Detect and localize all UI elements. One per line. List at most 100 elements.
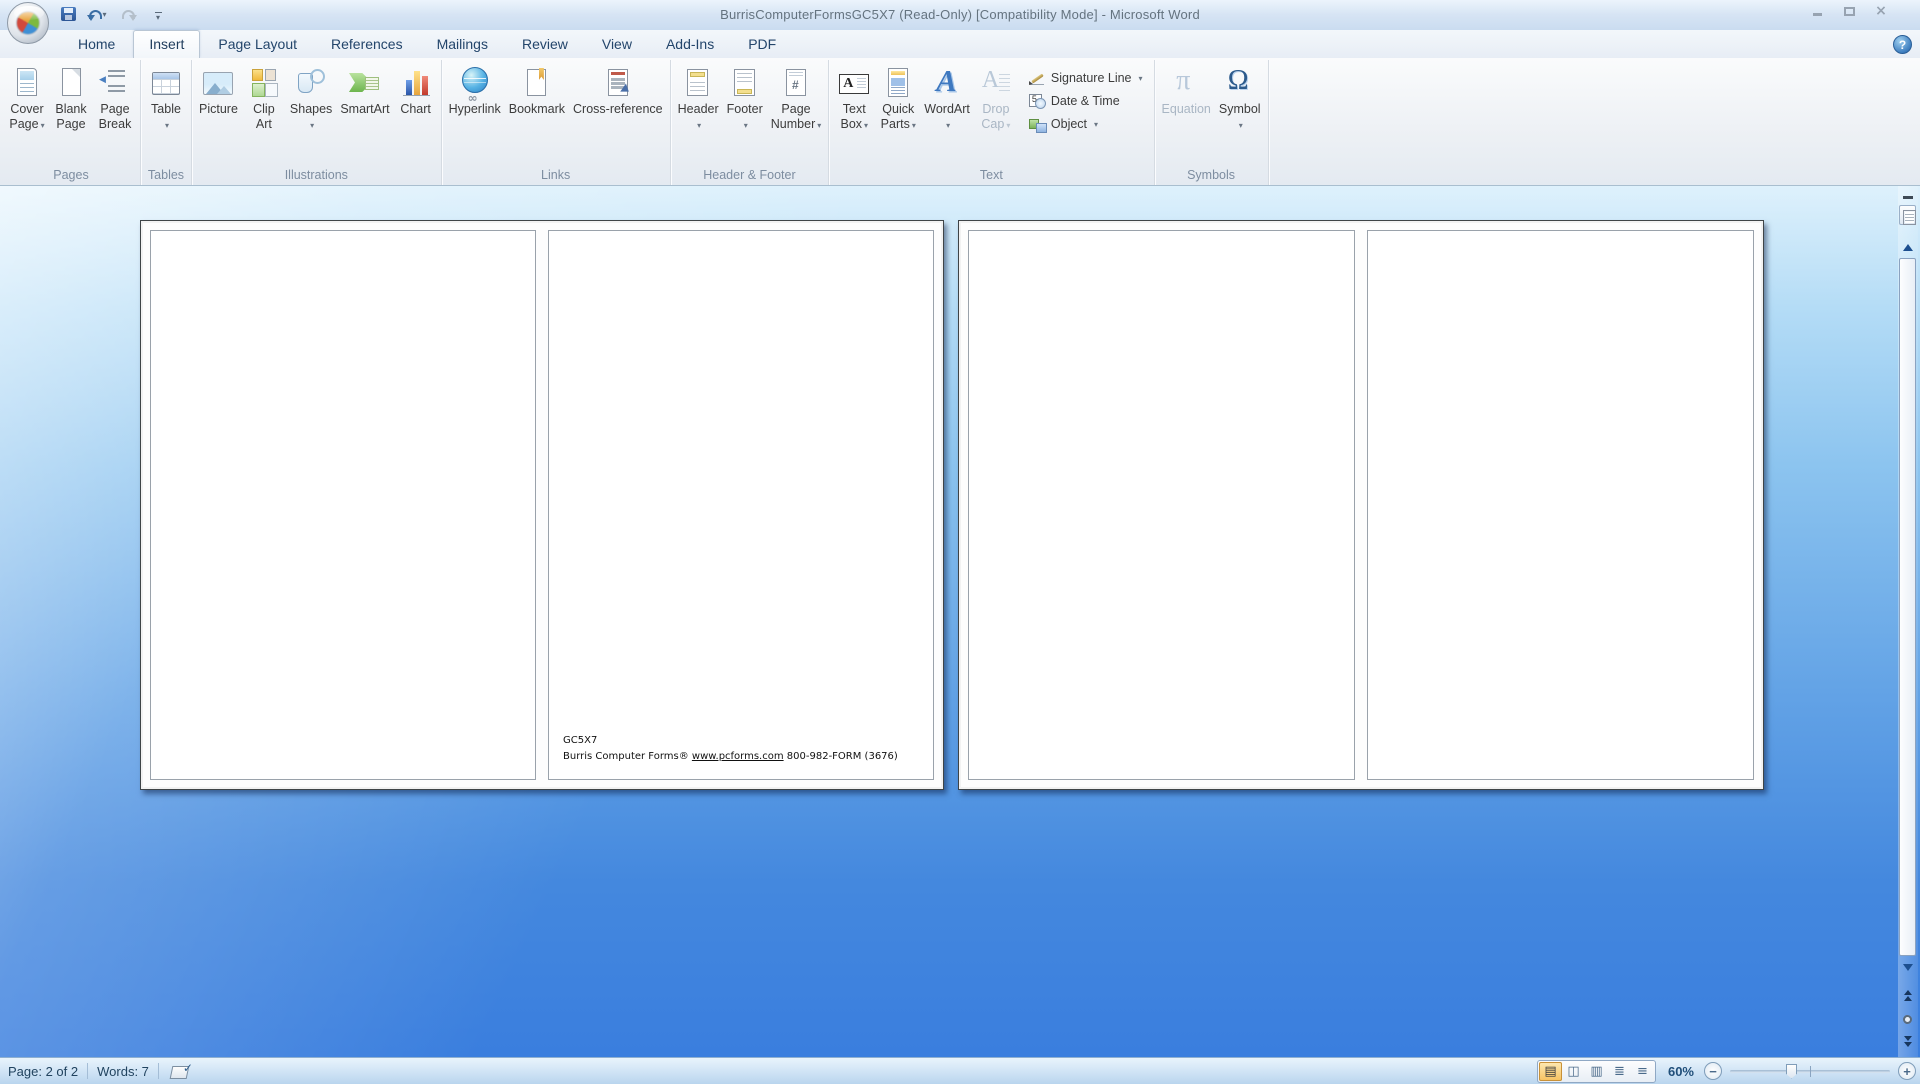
ribbon-button-symbol[interactable]: Symbol▾ — [1215, 62, 1265, 136]
tab-insert[interactable]: Insert — [133, 30, 201, 58]
next-page-button[interactable] — [1899, 1032, 1916, 1050]
restore-button[interactable] — [1840, 4, 1858, 18]
card-code: GC5X7 — [563, 735, 598, 746]
ribbon-button-table[interactable]: Table ▾ — [144, 62, 188, 136]
ribbon-group-text: TextBox▾QuickParts▾WordArt▾DropCap▾Signa… — [829, 60, 1155, 185]
save-button[interactable] — [58, 5, 78, 23]
zoom-out-button[interactable]: − — [1704, 1062, 1722, 1080]
document-page-panel-4[interactable] — [1367, 230, 1754, 780]
ribbon-button-header[interactable]: Header ▾ — [674, 62, 723, 136]
tab-add-ins[interactable]: Add-Ins — [650, 30, 730, 58]
equation-icon — [1168, 65, 1204, 100]
shapes-icon — [293, 66, 329, 100]
ribbon-button-picture[interactable]: Picture — [195, 62, 242, 120]
ribbon-button-hyperlink[interactable]: Hyperlink — [445, 62, 505, 120]
ribbon-button-label: Quick Parts ▾ — [880, 102, 916, 131]
help-button[interactable]: ? — [1893, 35, 1912, 54]
view-button-outline[interactable] — [1608, 1062, 1631, 1081]
ribbon-button-chart[interactable]: Chart — [394, 62, 438, 120]
split-handle[interactable] — [1903, 196, 1913, 199]
view-button-print-layout[interactable] — [1538, 1061, 1562, 1081]
redo-icon — [121, 9, 137, 21]
ribbon: CoverPage▾BlankPagePageBreakPagesTable▾T… — [0, 58, 1920, 186]
ribbon-button-equation: Equation — [1158, 62, 1215, 120]
redo-button — [118, 5, 138, 23]
document-page-panel-3[interactable] — [968, 230, 1355, 780]
previous-page-button[interactable] — [1899, 986, 1916, 1004]
cross-reference-icon — [600, 66, 636, 100]
zoom-level[interactable]: 60% — [1668, 1064, 1694, 1079]
office-button[interactable] — [7, 2, 49, 44]
ribbon-button-wordart[interactable]: WordArt▾ — [920, 62, 974, 136]
wordart-icon — [929, 63, 965, 100]
undo-button[interactable]: ▾ — [87, 5, 108, 23]
ribbon-group-label: Links — [541, 168, 571, 182]
page-indicator[interactable]: Page: 2 of 2 — [8, 1064, 78, 1079]
picture-icon — [200, 66, 236, 100]
previous-page-icon-2 — [1903, 995, 1912, 1001]
ribbon-group-links: HyperlinkBookmark Cross-reference Links — [442, 60, 671, 185]
word-count[interactable]: Words: 7 — [97, 1064, 149, 1079]
customize-qat-button[interactable]: ▾ — [148, 5, 168, 23]
vertical-scrollbar[interactable] — [1898, 186, 1918, 1057]
ribbon-tab-row: Home Insert Page Layout References Mailings R… — [0, 30, 1920, 58]
ribbon-group-tables: Table ▾ Tables — [141, 60, 192, 185]
ribbon-button-label: SmartArt — [340, 102, 390, 116]
tab-home[interactable]: Home — [62, 30, 131, 58]
zoom-slider-thumb[interactable] — [1786, 1063, 1797, 1079]
close-button[interactable]: × — [1872, 3, 1890, 19]
ribbon-button-cover-page[interactable]: Cover Page ▾ — [5, 62, 49, 136]
tab-mailings[interactable]: Mailings — [421, 30, 504, 58]
ribbon-button-label: Bookmark — [508, 102, 566, 116]
tab-page-layout[interactable]: Page Layout — [202, 30, 313, 58]
bookmark-icon — [519, 66, 555, 100]
ribbon-button-blank-page[interactable]: Blank Page — [49, 62, 93, 135]
pcforms-link[interactable]: www.pcforms.com — [692, 751, 784, 762]
ribbon-group-symbols: Equation Symbol▾ Symbols — [1155, 60, 1269, 185]
ribbon-button-cross-reference[interactable]: Cross-reference — [569, 62, 667, 120]
ribbon-button-date-time[interactable]: Date & Time — [1028, 93, 1143, 109]
document-page-panel-1[interactable] — [150, 230, 536, 780]
ribbon-button-signature-line[interactable]: Signature Line ▾ — [1028, 70, 1143, 86]
ribbon-button-text-box[interactable]: TextBox▾ — [832, 62, 876, 136]
word-window: BurrisComputerFormsGC5X7 (Read-Only) [Co… — [0, 0, 1920, 1084]
ribbon-button-shapes[interactable]: Shapes ▾ — [286, 62, 336, 136]
ribbon-small-button-column: Signature Line ▾ Date & Time Object ▾ — [1018, 62, 1151, 133]
ribbon-button-drop-cap: DropCap▾ — [974, 62, 1018, 136]
tab-references[interactable]: References — [315, 30, 419, 58]
ribbon-button-quick-parts[interactable]: Quick Parts ▾ — [876, 62, 920, 136]
ribbon-button-label: Shapes ▾ — [289, 102, 333, 130]
view-button-full-screen-reading[interactable] — [1562, 1062, 1585, 1081]
ribbon-button-footer[interactable]: Footer ▾ — [723, 62, 767, 136]
dropdown-arrow-icon: ▾ — [164, 121, 169, 130]
ribbon-button-clip-art[interactable]: Clip Art — [242, 62, 286, 135]
ribbon-button-bookmark[interactable]: Bookmark — [505, 62, 569, 120]
ribbon-button-label: Table ▾ — [151, 102, 181, 130]
status-divider — [157, 1063, 159, 1079]
zoom-in-button[interactable]: + — [1898, 1062, 1916, 1080]
ribbon-button-object[interactable]: Object ▾ — [1028, 116, 1143, 133]
ribbon-button-page-number[interactable]: PageNumber▾ — [767, 62, 825, 136]
tab-view[interactable]: View — [586, 30, 648, 58]
dropdown-arrow-icon: ▾ — [1006, 121, 1011, 130]
document-page-panel-2[interactable]: GC5X7 Burris Computer Forms® www.pcforms… — [548, 230, 934, 780]
blank-page-icon — [53, 66, 89, 100]
select-browse-object-button[interactable] — [1899, 1010, 1916, 1028]
scrollbar-thumb[interactable] — [1899, 258, 1916, 956]
minimize-button[interactable] — [1808, 4, 1826, 18]
proofing-status-icon[interactable] — [170, 1061, 193, 1080]
scroll-down-button[interactable] — [1899, 958, 1916, 976]
view-button-draft[interactable] — [1631, 1062, 1654, 1081]
scroll-up-icon — [1902, 243, 1913, 251]
tab-pdf[interactable]: PDF — [732, 30, 792, 58]
ruler-toggle-button[interactable] — [1899, 205, 1916, 225]
document-sheet-1: GC5X7 Burris Computer Forms® www.pcforms… — [140, 220, 944, 790]
zoom-slider[interactable] — [1730, 1063, 1890, 1079]
ribbon-button-label: Drop Cap ▾ — [981, 102, 1011, 131]
ribbon-button-page-break[interactable]: PageBreak — [93, 62, 137, 135]
tab-review[interactable]: Review — [506, 30, 584, 58]
ribbon-button-smartart[interactable]: SmartArt — [336, 62, 393, 120]
scroll-up-button[interactable] — [1899, 238, 1916, 256]
view-button-web-layout[interactable] — [1585, 1062, 1608, 1081]
date-time-icon — [1028, 93, 1046, 109]
